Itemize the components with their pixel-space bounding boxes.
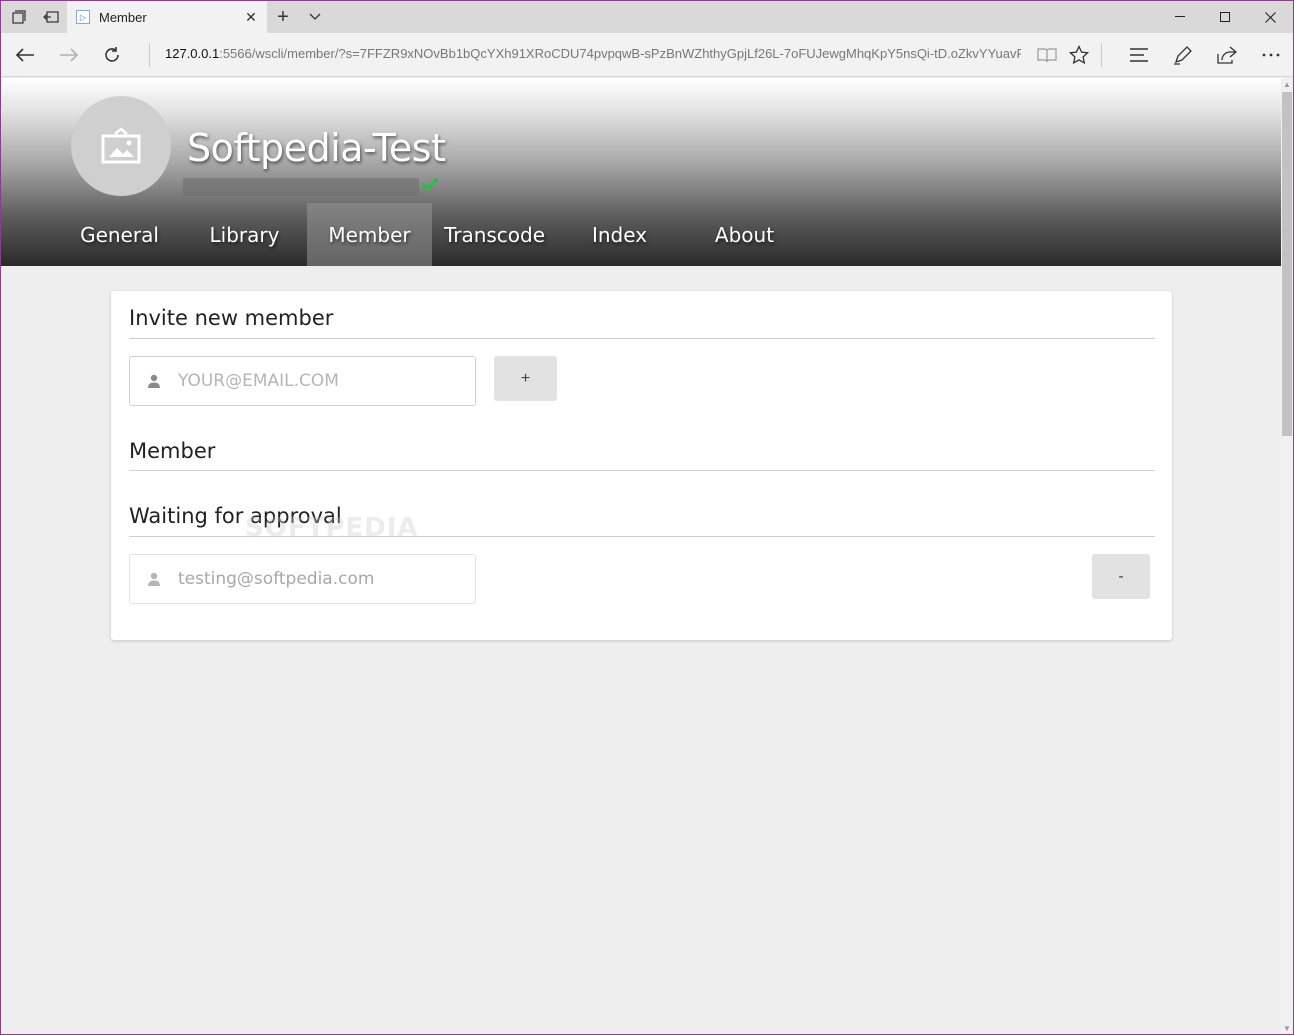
browser-tab[interactable]: ▷ Member ✕ [67,1,267,33]
watermark: SOFTPEDIA [245,513,419,543]
remove-member-button[interactable]: - [1092,554,1150,599]
new-tab-icon[interactable]: + [269,1,297,33]
tab-title: Member [99,9,147,25]
web-note-pen-icon[interactable] [1161,33,1205,77]
back-icon[interactable] [3,33,47,77]
user-icon [130,572,178,586]
server-avatar[interactable] [71,96,171,196]
member-title: Member [129,439,216,463]
server-name-edit-field[interactable] [183,178,419,196]
email-input[interactable] [178,371,458,391]
tab-bar: ▷ Member ✕ + [1,1,1293,33]
tab-index[interactable]: Index [557,203,682,266]
share-icon[interactable] [1205,33,1249,77]
tab-member[interactable]: Member [307,203,432,266]
tab-about[interactable]: About [682,203,807,266]
pending-member-email: testing@softpedia.com [178,569,375,589]
url-path: :5566/wscli/member/?s=7FFZR9xNOvBb1bQcYX… [219,46,1021,61]
scrollbar[interactable]: ▲ ▼ [1281,78,1293,1034]
server-name: Softpedia-Test [187,126,446,170]
page-header: Softpedia-Test General Library Member Tr… [1,78,1281,266]
refresh-icon[interactable] [90,33,134,77]
page-favicon-icon: ▷ [76,10,90,24]
close-tab-icon[interactable]: ✕ [235,9,267,26]
url-separator [149,43,150,67]
pending-member-row: testing@softpedia.com [129,554,476,604]
url-field[interactable]: 127.0.0.1:5566/wscli/member/?s=7FFZR9xNO… [165,46,1021,66]
page-viewport: Softpedia-Test General Library Member Tr… [1,78,1281,1034]
member-card: Invite new member + Member Waiting for a… [111,291,1172,640]
main-nav: General Library Member Transcode Index A… [57,203,807,266]
check-icon [421,177,439,191]
minimize-icon[interactable] [1157,1,1203,33]
add-member-button[interactable]: + [494,356,557,401]
scroll-down-icon[interactable]: ▼ [1283,1024,1291,1033]
favorite-star-icon[interactable] [1057,33,1101,77]
browser-window: ▷ Member ✕ + 127.0.0.1:5566/wscli/member… [0,0,1294,1035]
invite-email-field[interactable] [129,356,476,406]
tab-general[interactable]: General [57,203,182,266]
scroll-up-icon[interactable]: ▲ [1283,80,1291,89]
toolbar-separator [1101,43,1102,67]
tab-library[interactable]: Library [182,203,307,266]
hub-icon[interactable] [1117,33,1161,77]
maximize-icon[interactable] [1202,1,1248,33]
set-tabs-aside-icon[interactable] [35,1,67,33]
divider [129,470,1155,471]
divider [129,338,1155,339]
chevron-down-icon[interactable] [301,1,329,33]
scroll-thumb[interactable] [1282,92,1292,436]
forward-icon[interactable] [47,33,91,77]
user-icon [130,374,178,388]
more-options-icon[interactable] [1249,33,1293,77]
url-host: 127.0.0.1 [165,46,220,61]
close-window-icon[interactable] [1247,1,1293,33]
address-bar: 127.0.0.1:5566/wscli/member/?s=7FFZR9xNO… [1,33,1293,77]
image-placeholder-icon [101,127,141,164]
tab-manager-icon[interactable] [3,1,35,33]
invite-title: Invite new member [129,306,334,330]
tab-transcode[interactable]: Transcode [432,203,557,266]
